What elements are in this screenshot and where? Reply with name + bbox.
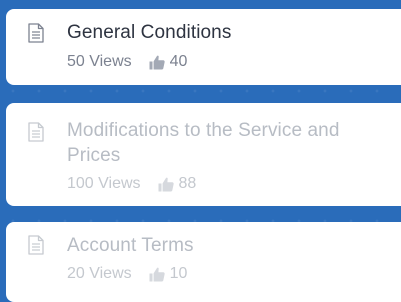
likes: 10 bbox=[149, 265, 188, 283]
likes: 88 bbox=[158, 175, 197, 193]
article-stats: 50 Views 40 bbox=[67, 52, 187, 72]
article-card-account-terms[interactable]: Account Terms 20 Views 10 bbox=[6, 222, 401, 302]
likes-count: 88 bbox=[178, 175, 197, 192]
document-icon bbox=[28, 122, 44, 142]
thumbs-up-icon bbox=[149, 267, 165, 281]
thumbs-up-icon bbox=[149, 55, 165, 69]
likes: 40 bbox=[149, 53, 188, 71]
document-icon bbox=[28, 235, 44, 255]
likes-count: 40 bbox=[169, 53, 188, 70]
article-title[interactable]: Account Terms bbox=[67, 233, 367, 258]
article-card-modifications[interactable]: Modifications to the Service and Prices … bbox=[6, 103, 401, 206]
views-count: 100 Views bbox=[67, 175, 141, 192]
article-stats: 20 Views 10 bbox=[67, 264, 187, 284]
likes-count: 10 bbox=[169, 265, 188, 282]
article-stats: 100 Views 88 bbox=[67, 174, 196, 194]
article-title[interactable]: General Conditions bbox=[67, 20, 367, 45]
document-icon bbox=[28, 23, 44, 43]
views-count: 50 Views bbox=[67, 53, 132, 70]
article-card-general-conditions[interactable]: General Conditions 50 Views 40 bbox=[6, 9, 401, 85]
article-title[interactable]: Modifications to the Service and Prices bbox=[67, 118, 367, 168]
thumbs-up-icon bbox=[158, 177, 174, 191]
views-count: 20 Views bbox=[67, 265, 132, 282]
